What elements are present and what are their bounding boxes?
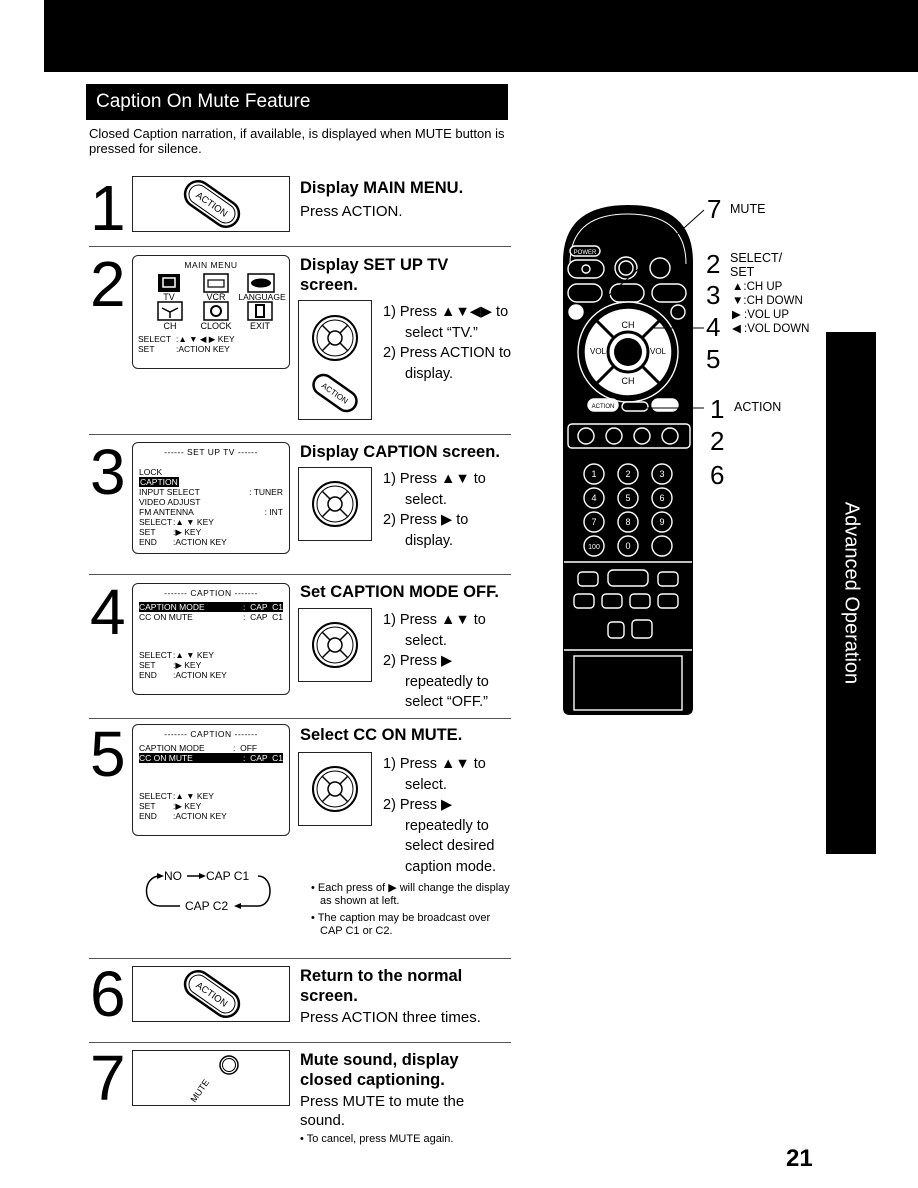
divider [89, 246, 511, 247]
svg-text:3: 3 [659, 469, 664, 479]
step-5-number: 5 [90, 718, 126, 790]
step-5-osd-caption: ------- CAPTION ------- CAPTION MODE: OF… [132, 724, 290, 836]
svg-text:1: 1 [591, 469, 596, 479]
svg-text:CH: CH [164, 321, 177, 331]
svg-text:TV: TV [163, 292, 175, 302]
step-6-illustration: ACTION [132, 966, 290, 1022]
callout-2-number: 2 [706, 249, 721, 279]
step-7-body: Press MUTE to mute the sound. [300, 1093, 465, 1129]
step-2-heading: Display SET UP TV screen. [300, 256, 449, 294]
step-5-illustration [298, 752, 372, 826]
step-6-number: 6 [90, 958, 126, 1030]
side-tab-label: Advanced Operation [840, 501, 863, 685]
step-4-heading: Set CAPTION MODE OFF. [300, 583, 499, 601]
cycle-no: NO [164, 869, 182, 883]
step-3-heading: Display CAPTION screen. [300, 443, 500, 461]
callout-vol-up: ▶ :VOL UP [732, 309, 789, 321]
step-5-heading: Select CC ON MUTE. [300, 726, 463, 744]
step-7-heading: Mute sound, display closed captioning. [300, 1051, 459, 1089]
divider [89, 1042, 511, 1043]
step-7-note: • To cancel, press MUTE again. [300, 1133, 454, 1145]
callout-select-label: SELECT/ [730, 251, 783, 265]
callout-vol-down: ◀ :VOL DOWN [732, 323, 810, 335]
svg-text:100: 100 [588, 544, 600, 551]
step-3-osd-setup-tv: ------ SET UP TV ------ LOCK CAPTION INP… [132, 442, 290, 554]
svg-text:7: 7 [591, 517, 596, 527]
action-button-icon: ACTION [183, 179, 241, 229]
step-2-illustration: ACTION [298, 300, 372, 420]
svg-text:MUTE: MUTE [188, 1078, 211, 1105]
step-2-instructions: 1) Press ▲▼◀▶ to select “TV.” 2) Press A… [383, 304, 512, 382]
step-2-osd-main-menu: MAIN MENU TV VCR LANGUAGE CH CLOCK EXIT … [132, 255, 290, 369]
svg-text:0: 0 [625, 541, 630, 551]
cycle-cap-c2: CAP C2 [185, 899, 228, 913]
cycle-cap-c1: CAP C1 [206, 869, 249, 883]
svg-text:EXIT: EXIT [250, 321, 271, 331]
step-3-instructions: 1) Press ▲▼ to select. 2) Press ▶ to dis… [383, 471, 486, 549]
osd-title: MAIN MENU [184, 260, 238, 270]
svg-text:6: 6 [659, 493, 664, 503]
divider [89, 434, 511, 435]
callout-mute-label: MUTE [730, 202, 766, 216]
step-3-number: 3 [90, 436, 126, 508]
divider [89, 958, 511, 959]
callout-6-number: 6 [710, 460, 725, 490]
dpad-icon [312, 481, 358, 527]
divider [89, 718, 511, 719]
svg-text:4: 4 [591, 493, 596, 503]
svg-text:VCR: VCR [206, 292, 226, 302]
callout-action-label: ACTION [734, 400, 782, 414]
step-4-number: 4 [90, 576, 126, 648]
svg-text:LANGUAGE: LANGUAGE [238, 292, 286, 302]
callout-1-number: 1 [710, 394, 725, 424]
callout-set-label: SET [730, 265, 755, 279]
callout-ch-up: ▲:CH UP [732, 281, 783, 293]
step-6-body: Press ACTION three times. [300, 1009, 481, 1026]
callout-3-number: 3 [706, 280, 721, 310]
svg-text:CLOCK: CLOCK [200, 321, 231, 331]
action-button-icon: ACTION [312, 373, 358, 413]
callout-4-number: 4 [706, 312, 721, 342]
step-5-notes: • Each press of ▶ will change the displa… [311, 882, 510, 937]
action-button-icon: ACTION [183, 969, 241, 1019]
tv-icon [158, 274, 180, 292]
step-7-illustration: MUTE [132, 1050, 290, 1106]
callout-2b-number: 2 [710, 426, 725, 456]
step-6-heading: Return to the normal screen. [300, 967, 463, 1005]
step-4-osd-caption: ------- CAPTION ------- CAPTION MODE: CA… [132, 583, 290, 695]
dpad-icon [312, 622, 358, 668]
svg-text:8: 8 [625, 517, 630, 527]
dpad-icon [312, 766, 358, 812]
svg-text:5: 5 [625, 493, 630, 503]
callout-5-number: 5 [706, 344, 721, 374]
remote-callout-lines [585, 209, 705, 409]
callout-ch-down: ▼:CH DOWN [732, 295, 803, 307]
svg-text:9: 9 [659, 517, 664, 527]
dpad-icon [312, 315, 358, 361]
step-2-number: 2 [90, 248, 126, 320]
step-1-heading: Display MAIN MENU. [300, 179, 464, 197]
mute-button-icon: MUTE [188, 1055, 239, 1105]
caption-mode-cycle-diagram: NO CAP C1 CAP C2 [145, 869, 271, 913]
step-1-body: Press ACTION. [300, 203, 403, 220]
step-7-number: 7 [90, 1042, 126, 1114]
main-menu-icons: TV VCR LANGUAGE CH CLOCK EXIT [157, 273, 286, 331]
svg-text:2: 2 [625, 469, 630, 479]
page-number: 21 [786, 1145, 813, 1172]
header-bar [44, 0, 918, 72]
intro-text: Closed Caption narration, if available, … [89, 126, 505, 156]
section-title: Caption On Mute Feature [86, 84, 508, 120]
side-tab: Advanced Operation [826, 332, 876, 854]
step-1-illustration: ACTION [132, 176, 290, 232]
step-4-illustration [298, 608, 372, 682]
step-5-instructions: 1) Press ▲▼ to select. 2) Press ▶ repeat… [383, 756, 497, 875]
step-1-number: 1 [90, 172, 126, 244]
step-3-illustration [298, 467, 372, 541]
callout-7-number: 7 [707, 194, 722, 224]
divider [89, 574, 511, 575]
step-4-instructions: 1) Press ▲▼ to select. 2) Press ▶ repeat… [383, 612, 489, 710]
